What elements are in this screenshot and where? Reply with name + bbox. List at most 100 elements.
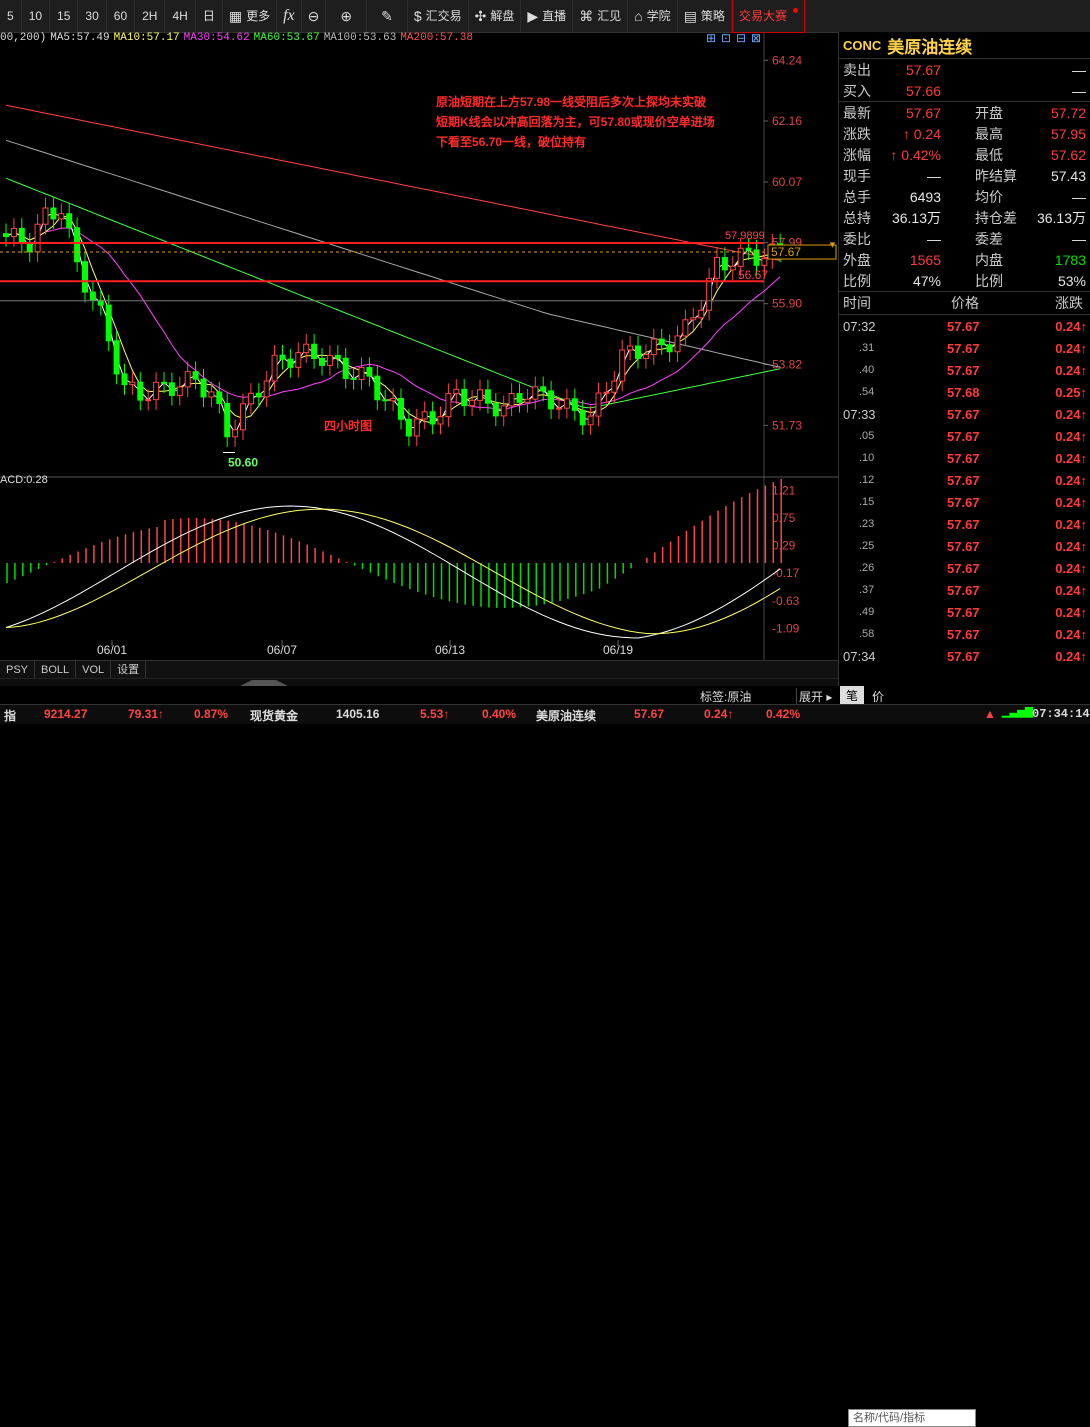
period-7[interactable]: 日 [196, 0, 223, 32]
quote-key: 卖出 [843, 61, 871, 78]
chart-window-icon: ⊞ [706, 32, 716, 45]
candle-body [587, 415, 594, 426]
quote-key: 均价 [975, 188, 1003, 205]
contest-button[interactable]: 交易大赛 [731, 0, 805, 33]
period-5[interactable]: 2H [135, 0, 166, 32]
tick-price: 57.67 [947, 560, 980, 576]
grid-icon: ▦ [228, 8, 243, 24]
candle-body [26, 242, 33, 253]
candle-body [184, 371, 191, 388]
candle-body [635, 345, 641, 359]
pen-tab[interactable]: 笔 [840, 686, 865, 705]
candle-body [358, 367, 365, 380]
candle-body [721, 257, 728, 271]
pencil-icon: ✎ [381, 8, 393, 24]
tick-change: 0.24↑ [1055, 604, 1087, 620]
period-3[interactable]: 30 [78, 0, 107, 32]
tick-second: .23 [859, 518, 875, 530]
support-value-label: 56.67 [738, 268, 768, 282]
more-button[interactable]: ▦ 更多 [223, 0, 278, 32]
draw-button[interactable]: ✎ [367, 0, 408, 32]
quote-key: 涨跌 [843, 125, 871, 142]
live-button[interactable]: ▶ 直播 [521, 0, 574, 32]
tick-change: 0.24↑ [1055, 516, 1087, 532]
candle-body [10, 227, 17, 238]
tick-row[interactable]: 07:34 57.67 0.24↑ [839, 645, 1090, 667]
candle-body [658, 338, 665, 346]
tick-row[interactable]: .49 57.67 0.24↑ [839, 601, 1090, 623]
candle-body [666, 344, 673, 353]
tick-row[interactable]: .23 57.67 0.24↑ [839, 513, 1090, 535]
tab-settings[interactable]: 设置 [111, 661, 147, 679]
tick-change: 0.24↑ [1055, 472, 1087, 488]
quote-row: 总持 36.13万 持仓差 36.13万 [839, 207, 1090, 228]
tab-vol[interactable]: VOL [76, 661, 112, 679]
dollar-icon: $ [413, 8, 422, 24]
period-1[interactable]: 10 [22, 0, 51, 32]
candle-body [603, 391, 610, 394]
tick-price: 57.67 [947, 472, 980, 488]
tick-row[interactable]: .15 57.67 0.24↑ [839, 491, 1090, 513]
period-0[interactable]: 5 [0, 0, 22, 32]
candle-body [405, 418, 412, 437]
period-selector: 5 10 15 30 60 2H 4H 日 [0, 0, 223, 32]
candle-body [303, 343, 310, 354]
y-tick-label: 64.24 [772, 53, 802, 67]
macd-y-tick: 0.75 [772, 511, 796, 525]
search-input[interactable]: 名称/代码/指标 [848, 1409, 976, 1427]
tab-boll[interactable]: BOLL [35, 661, 77, 679]
analysis-button[interactable]: ✣ 解盘 [469, 0, 522, 32]
tick-row[interactable]: .25 57.67 0.24↑ [839, 535, 1090, 557]
tick-row[interactable]: .26 57.67 0.24↑ [839, 557, 1090, 579]
trade-button[interactable]: $ 汇交易 [408, 0, 469, 32]
candle-body [382, 399, 389, 402]
tick-second: .05 [859, 430, 875, 442]
ma200-label: MA200:57.38 [400, 32, 473, 44]
candle-body [153, 381, 160, 401]
academy-button[interactable]: ⌂ 学院 [628, 0, 678, 32]
candlestick-chart[interactable]: 64.2462.1660.0757.9955.9053.8251.7357.67… [0, 31, 838, 660]
tick-row[interactable]: .10 57.67 0.24↑ [839, 447, 1090, 469]
expand-tab[interactable]: 展开 ▸ [796, 688, 832, 705]
tick-row[interactable]: .12 57.67 0.24↑ [839, 469, 1090, 491]
tick-row[interactable]: .37 57.67 0.24↑ [839, 579, 1090, 601]
quote-key: 最新 [843, 104, 871, 121]
quote-key: 比例 [975, 272, 1003, 289]
period-4[interactable]: 60 [107, 0, 136, 32]
period-2[interactable]: 15 [50, 0, 79, 32]
tick-price: 57.67 [947, 626, 980, 642]
tick-row[interactable]: .58 57.67 0.24↑ [839, 623, 1090, 645]
alarm-icon[interactable]: ▲ [984, 707, 996, 721]
ticks-header: 时间 价格 涨跌 [839, 292, 1090, 315]
macd-dif-line [5, 505, 781, 639]
price-tab[interactable]: 价 [872, 688, 884, 705]
tick-row[interactable]: .40 57.67 0.24↑ [839, 359, 1090, 381]
tick-row[interactable]: .05 57.67 0.24↑ [839, 425, 1090, 447]
chart-area[interactable]: 64.24 62.16 60.07 57.99 55.90 53.82 51.73 57.67… [0, 31, 838, 660]
ma10-label: MA10:57.17 [113, 32, 180, 44]
formula-button[interactable]: fx [277, 0, 302, 32]
candle-body [682, 319, 689, 337]
candle-body [82, 261, 88, 293]
candle-body [334, 354, 341, 359]
tick-row[interactable]: 07:32 57.67 0.24↑ [839, 315, 1090, 337]
tick-row[interactable]: .31 57.67 0.24↑ [839, 337, 1090, 359]
tick-price: 57.67 [947, 582, 980, 598]
tab-psy[interactable]: PSY [0, 661, 36, 679]
strategy-button[interactable]: ▤ 策略 [678, 0, 732, 32]
tick-row[interactable]: .54 57.68 0.25↑ [839, 381, 1090, 403]
contest-label: 交易大赛 [738, 9, 787, 23]
quote-key: 最高 [975, 125, 1003, 142]
tick-row[interactable]: 07:33 57.67 0.24↑ [839, 403, 1090, 425]
quote-value: 57.67 [905, 104, 941, 121]
quote-key: 现手 [843, 167, 871, 184]
macd-dea-line [5, 508, 781, 635]
view-button[interactable]: ⌘ 汇见 [573, 0, 629, 32]
tick-change: 0.24↑ [1055, 362, 1087, 378]
zoom-in-button[interactable]: ⊕ [326, 0, 368, 32]
zoom-out-button[interactable]: ⊖ [302, 0, 327, 32]
tick-list[interactable]: 07:32 57.67 0.24↑ .31 57.67 0.24↑ .40 57.67 0.24… [839, 315, 1090, 667]
period-6[interactable]: 4H [165, 0, 196, 32]
candle-body [247, 392, 254, 405]
symbol-name: 美原油连续 [887, 37, 973, 57]
